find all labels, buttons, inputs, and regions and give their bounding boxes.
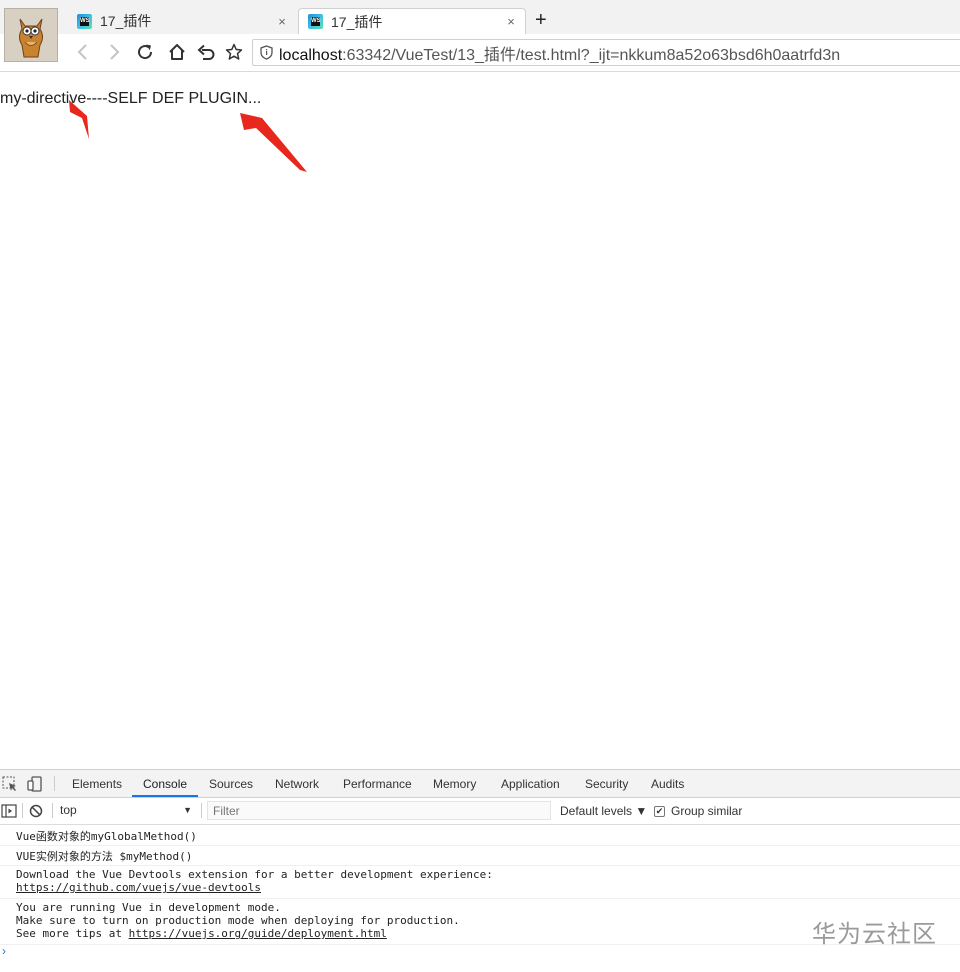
page-output-text: my-directive----SELF DEF PLUGIN... (0, 90, 262, 107)
group-similar-label: Group similar (671, 803, 743, 818)
dropdown-arrow-icon: ▼ (183, 805, 192, 815)
info-shield-icon[interactable] (253, 45, 279, 60)
tab-application[interactable]: Application (501, 770, 560, 797)
device-toolbar-icon[interactable] (27, 776, 43, 792)
tab-inactive[interactable]: WS 17_插件 × (68, 8, 296, 34)
url-text: localhost:63342/VueTest/13_插件/test.html?… (279, 41, 840, 65)
group-similar-toggle[interactable]: ✔ Group similar (654, 798, 742, 824)
tab-memory[interactable]: Memory (433, 770, 476, 797)
tab-close-icon[interactable]: × (274, 14, 290, 29)
console-filter-input[interactable] (207, 801, 551, 820)
tab-close-icon[interactable]: × (503, 14, 519, 29)
watermark: 华为云社区 (812, 920, 937, 948)
tab-audits[interactable]: Audits (651, 770, 684, 797)
filter-divider (201, 803, 202, 818)
undo-icon (197, 44, 215, 60)
home-button[interactable] (166, 41, 188, 63)
group-similar-checkbox[interactable]: ✔ (654, 805, 665, 817)
star-icon (225, 43, 243, 60)
tab-title: 17_插件 (331, 13, 383, 30)
profile-avatar[interactable] (4, 8, 58, 62)
avatar-owl-icon (5, 9, 57, 61)
context-select-value: top (60, 803, 77, 817)
webstorm-favicon-icon: WS (77, 13, 92, 29)
console-sidebar-icon[interactable] (1, 803, 17, 819)
console-message-text: Download the Vue Devtools extension for … (16, 868, 493, 881)
tab-strip: WS 17_插件 × WS 17_插件 × + (0, 0, 960, 62)
address-bar[interactable]: localhost:63342/VueTest/13_插件/test.html?… (252, 39, 960, 66)
console-message: VUE实例对象的方法 $myMethod() (0, 846, 960, 866)
forward-button[interactable] (103, 41, 125, 63)
back-button[interactable] (72, 41, 94, 63)
vue-devtools-link[interactable]: https://github.com/vuejs/vue-devtools (16, 881, 960, 894)
tab-network[interactable]: Network (275, 770, 319, 797)
log-levels-dropdown[interactable]: Default levels ▼ (560, 798, 647, 824)
tab-performance[interactable]: Performance (343, 770, 412, 797)
context-select[interactable]: top ▼ (60, 800, 196, 820)
new-tab-button[interactable]: + (535, 9, 547, 31)
filter-divider (22, 803, 23, 818)
console-message: Vue函数对象的myGlobalMethod() (0, 826, 960, 846)
url-host: localhost (279, 46, 343, 64)
tab-title: 17_插件 (100, 13, 152, 29)
tab-sources[interactable]: Sources (209, 770, 253, 797)
console-message-text: See more tips at (16, 927, 129, 940)
console-filter-bar: top ▼ Default levels ▼ ✔ Group similar (0, 798, 960, 825)
browser-toolbar: localhost:63342/VueTest/13_插件/test.html?… (0, 34, 960, 72)
tab-console[interactable]: Console (132, 770, 199, 797)
inspect-element-icon[interactable] (2, 776, 18, 792)
console-message: Download the Vue Devtools extension for … (0, 866, 960, 899)
clear-console-icon[interactable] (28, 803, 44, 819)
annotation-arrow-plugin (240, 113, 307, 172)
tab-security[interactable]: Security (585, 770, 628, 797)
tab-elements[interactable]: Elements (72, 770, 122, 797)
url-path: :63342/VueTest/13_插件/test.html?_ijt=nkku… (342, 46, 841, 64)
console-prompt-icon[interactable]: › (2, 944, 6, 958)
console-message-text: Vue函数对象的myGlobalMethod() (16, 830, 197, 843)
back-arrow-icon (77, 44, 87, 60)
console-message-text: You are running Vue in development mode. (16, 901, 281, 914)
home-icon (169, 44, 185, 60)
filter-divider (52, 803, 53, 818)
tab-active[interactable]: WS 17_插件 × (298, 8, 526, 34)
devtools-tab-bar: Elements Console Sources Network Perform… (0, 770, 960, 798)
webstorm-favicon-icon: WS (308, 14, 323, 29)
bookmark-button[interactable] (223, 41, 245, 63)
console-message-text: VUE实例对象的方法 $myMethod() (16, 850, 193, 863)
forward-arrow-icon (110, 44, 120, 60)
undo-close-button[interactable] (195, 41, 217, 63)
reload-button[interactable] (134, 41, 156, 63)
vue-deployment-link[interactable]: https://vuejs.org/guide/deployment.html (129, 927, 387, 940)
toolbar-divider (54, 776, 55, 791)
reload-icon (138, 44, 153, 60)
